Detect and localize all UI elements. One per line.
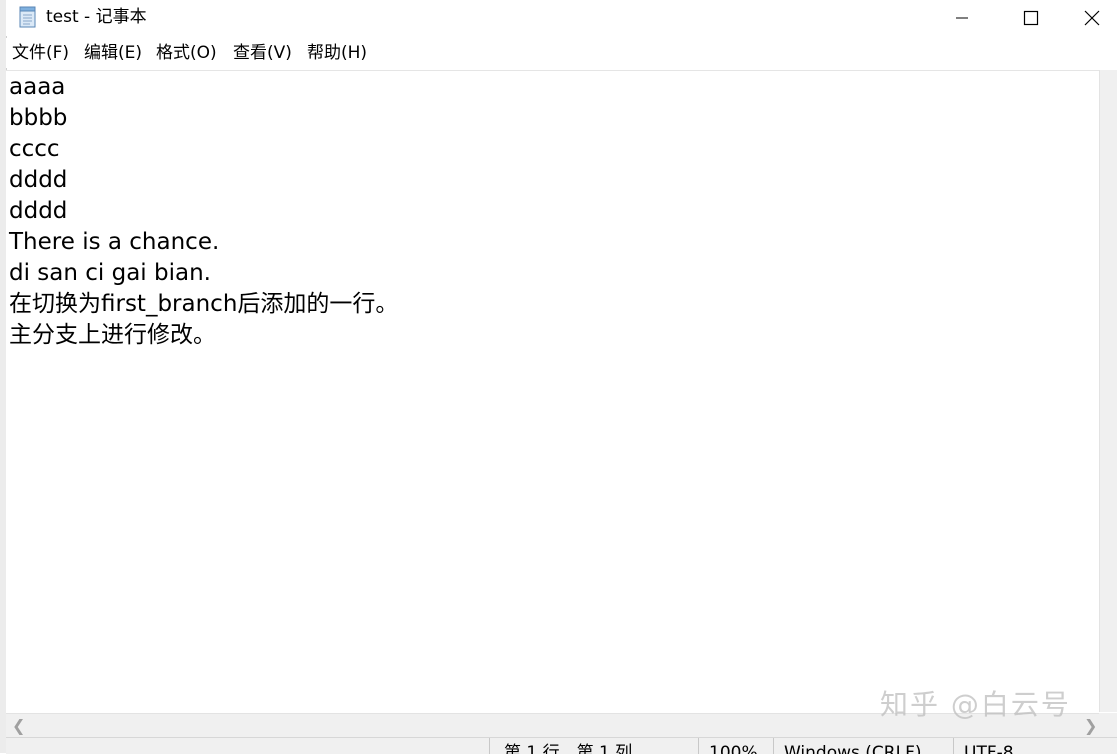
- window-title: test - 记事本: [46, 7, 147, 27]
- text-line: 在切换为first_branch后添加的一行。: [9, 291, 399, 317]
- minimize-icon: [956, 17, 968, 19]
- maximize-button[interactable]: [996, 0, 1066, 36]
- watermark: 知乎 @白云号: [880, 688, 1071, 721]
- status-cursor-position: 第 1 行，第 1 列: [504, 743, 633, 754]
- status-divider: [489, 738, 490, 754]
- menu-view[interactable]: 查看(V): [231, 42, 294, 64]
- text-line: 主分支上进行修改。: [9, 322, 216, 348]
- text-line: cccc: [9, 136, 60, 162]
- menu-file[interactable]: 文件(F): [10, 42, 71, 64]
- menu-format[interactable]: 格式(O): [154, 42, 219, 64]
- menu-edit[interactable]: 编辑(E): [82, 42, 144, 64]
- close-button[interactable]: [1066, 0, 1117, 36]
- text-line: There is a chance.: [9, 229, 220, 255]
- maximize-icon: [1023, 10, 1039, 26]
- text-editor[interactable]: aaaa bbbb cccc dddd dddd There is a chan…: [6, 70, 1099, 713]
- status-divider: [953, 738, 954, 754]
- chevron-right-icon[interactable]: ❯: [1084, 718, 1097, 734]
- scrollbar-corner: [1099, 713, 1117, 737]
- text-line: aaaa: [9, 74, 66, 100]
- text-line: dddd: [9, 198, 68, 224]
- menu-bar: 文件(F) 编辑(E) 格式(O) 查看(V) 帮助(H): [6, 38, 1117, 68]
- text-line: dddd: [9, 167, 68, 193]
- notepad-icon: [18, 6, 38, 28]
- status-line-ending: Windows (CRLF): [784, 743, 922, 754]
- status-encoding: UTF-8: [964, 743, 1014, 754]
- minimize-button[interactable]: [927, 0, 997, 36]
- vertical-scrollbar[interactable]: [1099, 70, 1117, 712]
- status-zoom: 100%: [709, 743, 758, 754]
- chevron-left-icon[interactable]: ❮: [12, 718, 25, 734]
- menu-help[interactable]: 帮助(H): [305, 42, 369, 64]
- status-bar: 第 1 行，第 1 列 100% Windows (CRLF) UTF-8: [6, 737, 1117, 754]
- text-line: di san ci gai bian.: [9, 260, 211, 286]
- close-icon: [1084, 10, 1099, 26]
- text-line: bbbb: [9, 105, 68, 131]
- status-divider: [773, 738, 774, 754]
- status-divider: [698, 738, 699, 754]
- title-bar[interactable]: test - 记事本: [6, 0, 1117, 36]
